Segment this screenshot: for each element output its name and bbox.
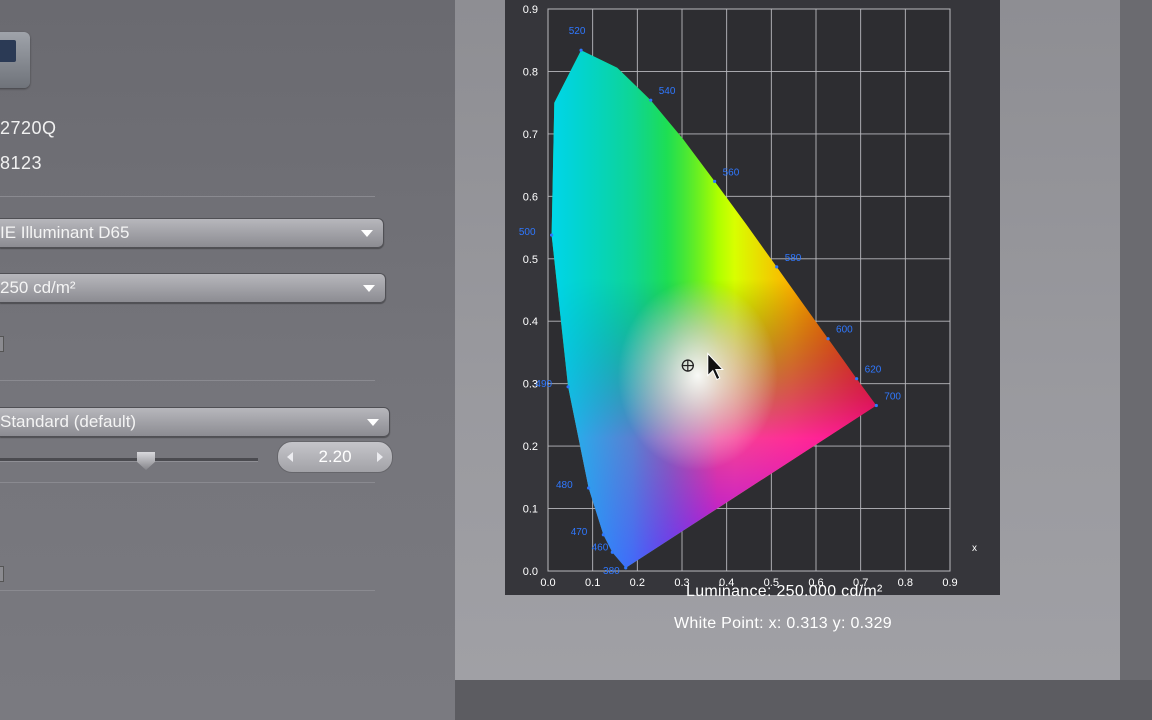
y-tick-label: 0.4 [523, 316, 538, 328]
gamma-value[interactable]: 2.20 [278, 442, 392, 472]
cie-chart: 0.0 0.1 0.2 0.3 0.4 0.5 0.6 0.7 0.8 0.9 0.0 0.1 0.2 0… [505, 0, 1000, 595]
y-tick-label: 0.5 [523, 254, 538, 266]
wavelength-tick [826, 337, 830, 341]
wavelength-label: 540 [659, 86, 676, 97]
y-tick-label: 0.8 [523, 66, 538, 78]
white-point-select[interactable]: IE Illuminant D65 [0, 218, 384, 248]
locus-fill-white [617, 280, 778, 471]
y-tick-label: 0.2 [523, 441, 538, 453]
x-tick-label: 0.8 [898, 577, 913, 589]
gamma-select[interactable]: Standard (default) [0, 407, 390, 437]
luminance-select-label: 250 cd/m² [0, 278, 76, 297]
wavelength-tick [713, 179, 717, 183]
x-tick-label: 0.0 [540, 577, 555, 589]
divider [0, 482, 375, 483]
increment-arrow-icon[interactable] [377, 452, 383, 462]
gamma-slider-track[interactable] [0, 458, 258, 462]
wavelength-label: 620 [865, 365, 882, 376]
chevron-down-icon [361, 230, 373, 237]
luminance-caption: Luminance: 250.000 cd/m² [686, 583, 883, 600]
option-checkbox[interactable] [0, 566, 4, 582]
luminance-select[interactable]: 250 cd/m² [0, 273, 386, 303]
window-bottom [455, 680, 1152, 720]
wavelength-label: 500 [519, 227, 536, 238]
wavelength-tick [579, 48, 583, 52]
wavelength-label: 380 [603, 566, 620, 577]
white-point-caption: White Point: x: 0.313 y: 0.329 [674, 615, 893, 632]
chevron-down-icon [363, 285, 375, 292]
wavelength-label: 490 [535, 379, 552, 390]
x-tick-label: 0.2 [630, 577, 645, 589]
wavelength-label: 700 [884, 392, 901, 403]
y-tick-label: 0.0 [523, 566, 538, 578]
x-tick-label: 0.9 [942, 577, 957, 589]
wavelength-label: 600 [836, 325, 853, 336]
wavelength-tick [775, 265, 779, 269]
wavelength-tick [855, 377, 859, 381]
white-point-select-label: IE Illuminant D65 [0, 223, 130, 242]
gamma-stepper[interactable]: 2.20 [277, 441, 393, 473]
wavelength-label: 560 [723, 167, 740, 178]
chevron-down-icon [367, 419, 379, 426]
option-checkbox[interactable] [0, 336, 4, 352]
wavelength-tick [601, 533, 605, 537]
wavelength-tick [587, 486, 591, 490]
cie-chart-svg: 0.0 0.1 0.2 0.3 0.4 0.5 0.6 0.7 0.8 0.90.00.10.20… [519, 4, 977, 589]
wavelength-tick [649, 98, 653, 102]
x-tick-label: 0.1 [585, 577, 600, 589]
wavelength-label: 460 [592, 542, 609, 553]
wavelength-tick [874, 403, 878, 408]
wavelength-tick [610, 550, 614, 554]
display-model-text: 2720Q [0, 118, 57, 138]
divider [0, 590, 375, 591]
display-icon[interactable] [0, 32, 30, 88]
window-edge [1120, 0, 1152, 720]
wavelength-label: 470 [571, 527, 588, 538]
y-tick-label: 0.1 [523, 504, 538, 516]
gamma-slider-thumb[interactable] [137, 452, 155, 470]
wavelength-label: 520 [569, 26, 586, 37]
divider [0, 196, 375, 197]
wavelength-tick [566, 385, 570, 389]
y-tick-label: 0.7 [523, 129, 538, 141]
y-tick-label: 0.6 [523, 191, 538, 203]
wavelength-label: 480 [556, 480, 573, 491]
display-serial-text: 8123 [0, 153, 43, 173]
x-axis-label: x [972, 543, 977, 554]
wavelength-tick [624, 566, 628, 570]
divider [0, 380, 375, 381]
settings-panel: 2720Q 8123 IE Illuminant D65 250 cd/m² S… [0, 0, 455, 720]
wavelength-label: 580 [785, 253, 802, 264]
y-tick-label: 0.9 [523, 4, 538, 16]
wavelength-tick [549, 233, 554, 237]
gamma-select-label: Standard (default) [0, 412, 137, 431]
